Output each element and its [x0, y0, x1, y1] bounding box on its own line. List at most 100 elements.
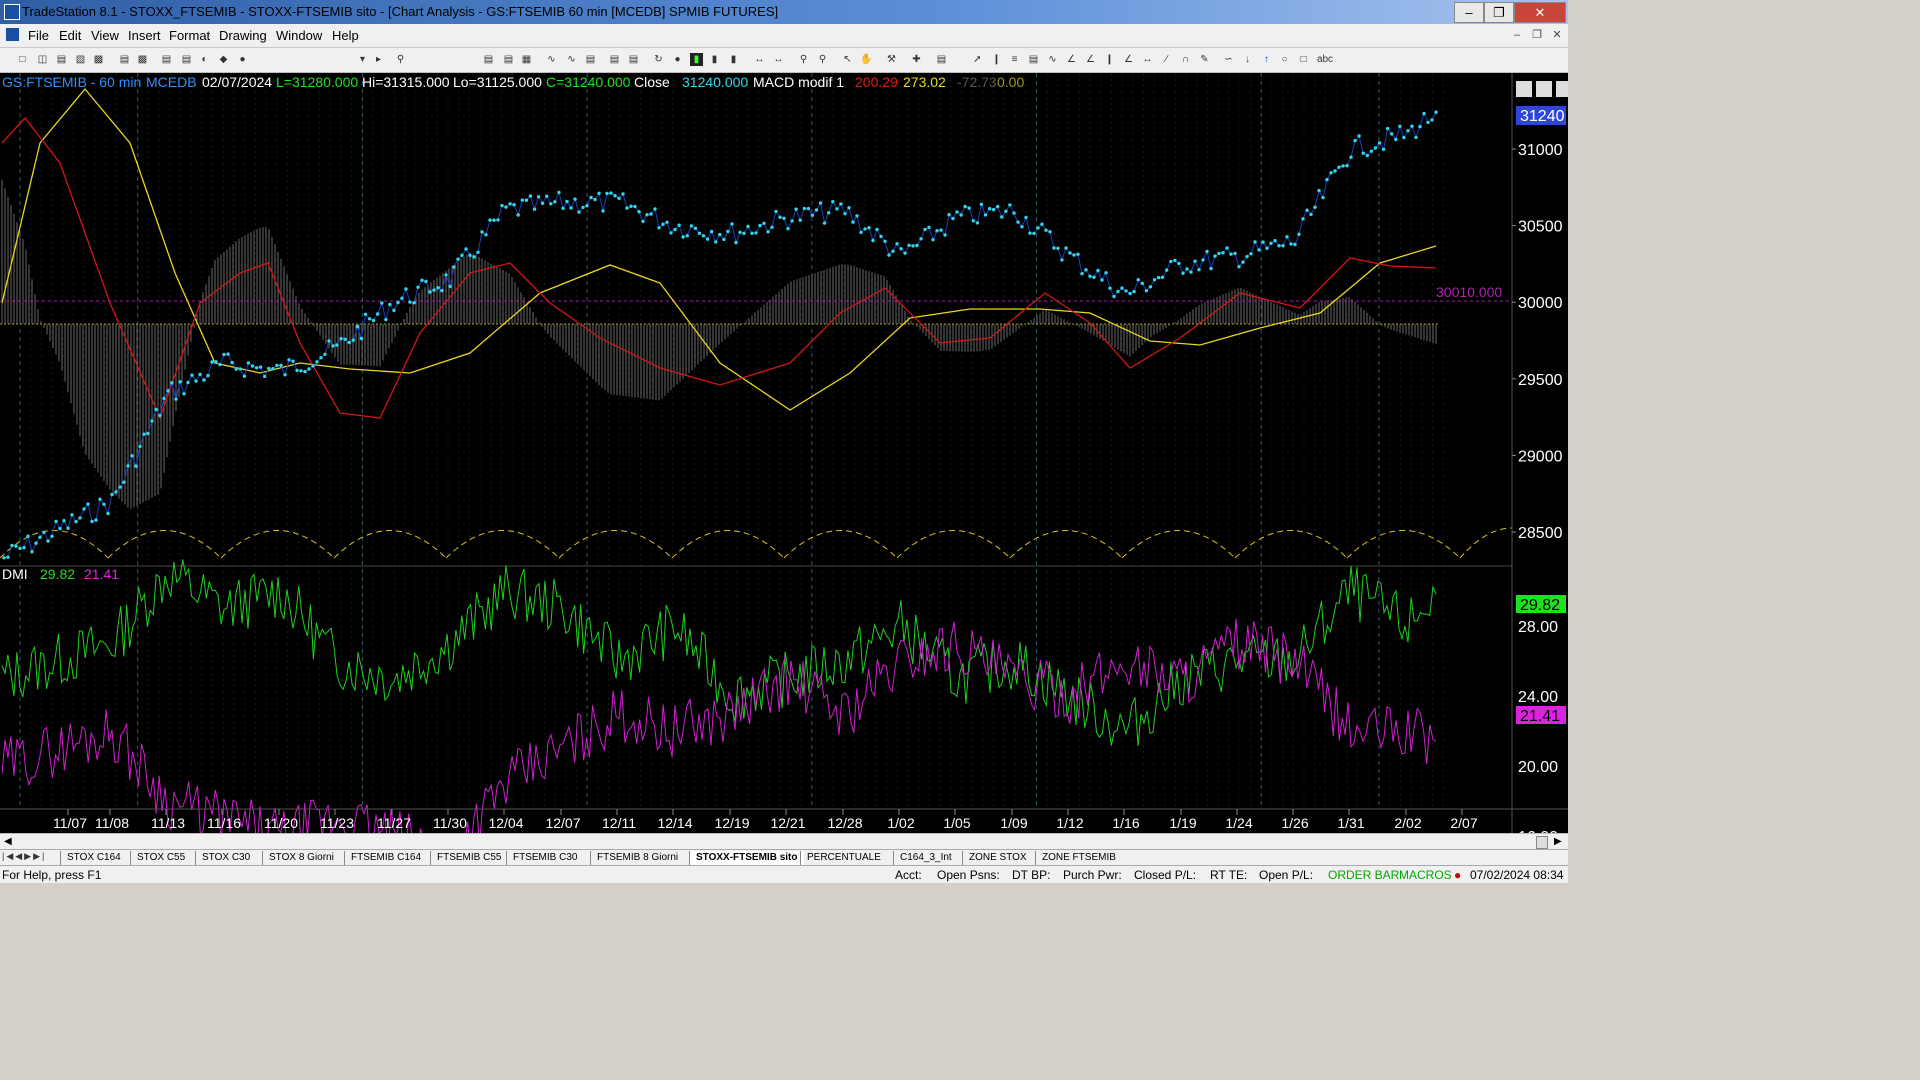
workspace-tab[interactable]: STOX C164	[60, 851, 127, 865]
compress-bars-icon[interactable]: ↔	[772, 53, 785, 66]
print-icon[interactable]: ▩	[136, 53, 149, 66]
price-point	[376, 312, 380, 316]
indicator-icon[interactable]: ∿	[545, 53, 558, 66]
maximize-button[interactable]: ❐	[1484, 2, 1514, 23]
arc-icon[interactable]: ∩	[1179, 53, 1192, 66]
close-button[interactable]: ✕	[1514, 2, 1566, 23]
rectangle-icon[interactable]: □	[1297, 53, 1310, 66]
fan-icon[interactable]: ∠	[1122, 53, 1135, 66]
menu-view[interactable]: View	[91, 28, 119, 43]
data-window-icon[interactable]: ▤	[608, 53, 621, 66]
snap-icon[interactable]: ▤	[935, 53, 948, 66]
crosshair-icon[interactable]: ✚	[910, 53, 923, 66]
refresh-icon[interactable]: ↻	[652, 53, 665, 66]
copy-icon[interactable]: ▧	[74, 53, 87, 66]
down-arrow-icon[interactable]: ↓	[1241, 53, 1254, 66]
print-preview-icon[interactable]: ▤	[118, 53, 131, 66]
price-point	[1185, 267, 1189, 271]
go-arrow-icon[interactable]: ▸	[372, 53, 385, 66]
alert-icon[interactable]: ●	[671, 53, 684, 66]
workspace-tab[interactable]: ZONE STOX	[962, 851, 1033, 865]
workspace-tab[interactable]: FTSEMIB C55	[430, 851, 507, 865]
channel-icon[interactable]: ∕	[1160, 53, 1173, 66]
cycle-arc	[671, 530, 785, 559]
format-icon[interactable]: ▤	[627, 53, 640, 66]
open-icon[interactable]: ◫	[36, 53, 49, 66]
horizontal-scrollbar[interactable]: ◀ ▶	[0, 833, 1568, 850]
mdi-close-icon[interactable]: ✕	[1548, 27, 1566, 43]
workspace-tab[interactable]: ZONE FTSEMIB	[1035, 851, 1122, 865]
table-icon[interactable]: ▦	[520, 53, 533, 66]
workspace-tab[interactable]: FTSEMIB 8 Giorni	[590, 851, 684, 865]
curve-icon[interactable]: ∽	[1222, 53, 1235, 66]
menu-format[interactable]: Format	[169, 28, 210, 43]
zoom-out-icon[interactable]: ⚲	[816, 53, 829, 66]
scroll-right-icon[interactable]: ▶	[1554, 836, 1562, 847]
price-point	[158, 413, 162, 418]
horizontal-lines-icon[interactable]: ≡	[1008, 53, 1021, 66]
vertical-lines-icon[interactable]: ❙	[990, 53, 1003, 66]
hand-icon[interactable]: ✋	[860, 53, 873, 66]
workspace-tab[interactable]: STOXX-FTSEMIB sito	[689, 851, 804, 865]
line-chart-icon[interactable]: ▮	[727, 53, 740, 66]
window-tile-icon[interactable]: ▤	[180, 53, 193, 66]
new-icon[interactable]: □	[16, 53, 29, 66]
pane-restore-icon[interactable]	[1536, 81, 1552, 97]
chart-doc-icon[interactable]	[6, 28, 19, 41]
scroll-thumb[interactable]	[1536, 836, 1548, 849]
grid-icon[interactable]: ▤	[502, 53, 515, 66]
menu-edit[interactable]: Edit	[59, 28, 81, 43]
tab-nav-arrows-icon[interactable]: |◀◀▶▶|	[2, 851, 46, 862]
workspace-tab[interactable]: PERCENTUALE	[800, 851, 887, 865]
window-layout-icon[interactable]: ▤	[160, 53, 173, 66]
workspace-tab[interactable]: FTSEMIB C30	[506, 851, 583, 865]
color-icon[interactable]: ●	[236, 53, 249, 66]
angle-icon[interactable]: ∠	[1065, 53, 1078, 66]
symbol-dropdown-icon[interactable]: ▾	[356, 53, 369, 66]
menu-file[interactable]: File	[28, 28, 49, 43]
scroll-left-icon[interactable]: ◀	[4, 836, 12, 847]
workspace-tab[interactable]: C164_3_Int	[893, 851, 958, 865]
chart-canvas[interactable]: GS:FTSEMIB - 60 min MCEDB 02/07/2024 L=3…	[0, 73, 1568, 833]
save-icon[interactable]: ▩	[92, 53, 105, 66]
workspace-tab[interactable]: FTSEMIB C164	[344, 851, 427, 865]
workspace-tab[interactable]: STOX C30	[195, 851, 256, 865]
up-arrow-icon[interactable]: ↑	[1260, 53, 1273, 66]
zoom-in-icon[interactable]: ⚲	[797, 53, 810, 66]
workspace-tab[interactable]: STOX 8 Giorni	[262, 851, 340, 865]
open-workspace-icon[interactable]: ▤	[55, 53, 68, 66]
speed-lines-icon[interactable]: ∠	[1084, 53, 1097, 66]
status-macros[interactable]: MACROS	[1399, 868, 1452, 882]
fibonacci-icon[interactable]: ▤	[1027, 53, 1040, 66]
symbol-lookup-icon[interactable]: ⚲	[394, 53, 407, 66]
bar-chart-icon[interactable]: ▤	[482, 53, 495, 66]
regression-icon[interactable]: ∿	[1046, 53, 1059, 66]
scanner-icon[interactable]: ▤	[584, 53, 597, 66]
bar-type-icon[interactable]: ▮	[690, 53, 703, 66]
tools-icon[interactable]: ⚒	[885, 53, 898, 66]
menu-insert[interactable]: Insert	[128, 28, 161, 43]
status-order-bar[interactable]: ORDER BAR	[1328, 868, 1399, 882]
pencil-icon[interactable]: ✎	[1198, 53, 1211, 66]
workspace-tab[interactable]: STOX C55	[130, 851, 191, 865]
ellipse-icon[interactable]: ○	[1278, 53, 1291, 66]
minimize-button[interactable]: –	[1454, 2, 1484, 23]
candle-icon[interactable]: ▮	[708, 53, 721, 66]
gann-icon[interactable]: ❙	[1103, 53, 1116, 66]
menu-window[interactable]: Window	[276, 28, 322, 43]
menu-drawing[interactable]: Drawing	[219, 28, 267, 43]
lock-icon[interactable]: ◐	[198, 53, 211, 66]
chart-area[interactable]: GS:FTSEMIB - 60 min MCEDB 02/07/2024 L=3…	[0, 73, 1568, 833]
arrow-horizontal-icon[interactable]: ↔	[1141, 53, 1154, 66]
analysis-icon[interactable]: ◆	[217, 53, 230, 66]
strategy-icon[interactable]: ∿	[565, 53, 578, 66]
menu-help[interactable]: Help	[332, 28, 359, 43]
mdi-minimize-icon[interactable]: –	[1508, 27, 1526, 43]
mdi-restore-icon[interactable]: ❐	[1528, 27, 1546, 43]
trendline-icon[interactable]: ➚	[971, 53, 984, 66]
pointer-icon[interactable]: ↖	[841, 53, 854, 66]
text-tool-icon[interactable]: abc	[1314, 53, 1336, 66]
zoom-bars-icon[interactable]: ↔	[753, 53, 766, 66]
pane-close-icon[interactable]	[1556, 81, 1568, 97]
pane-minimize-icon[interactable]	[1516, 81, 1532, 97]
